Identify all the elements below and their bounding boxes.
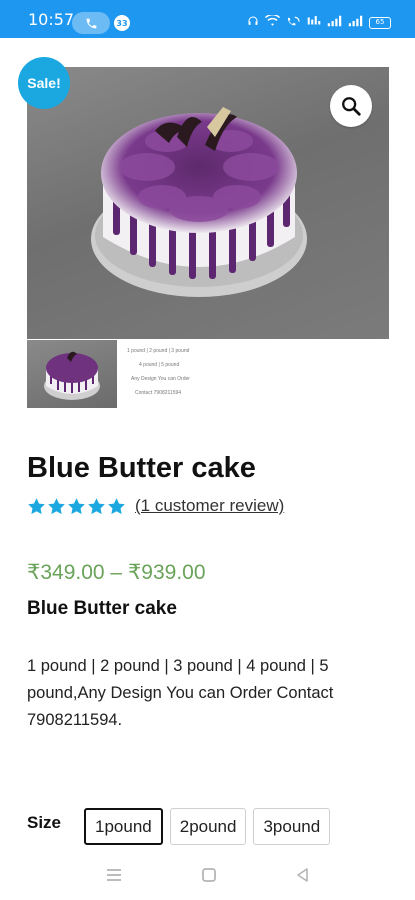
size-option-3pound[interactable]: 3pound xyxy=(253,808,331,845)
volte-icon xyxy=(307,14,321,32)
thumbnail-text-image[interactable]: 1 pound | 2 pound | 3 pound 4 pound | 5 … xyxy=(119,340,231,408)
status-bar: 10:57 33 65 xyxy=(0,0,415,38)
product-description: 1 pound | 2 pound | 3 pound | 4 pound | … xyxy=(27,657,334,729)
status-time: 10:57 xyxy=(28,10,75,29)
thumbnail-text-line: Any Design You can Order xyxy=(131,376,190,382)
star-icon xyxy=(108,497,125,514)
size-label: Size xyxy=(27,813,62,832)
thumbnail-row: 1 pound | 2 pound | 3 pound 4 pound | 5 … xyxy=(27,340,389,408)
cake-thumbnail-image xyxy=(44,351,100,400)
notification-badge: 33 xyxy=(114,15,130,31)
home-icon[interactable] xyxy=(201,867,217,888)
system-nav-bar xyxy=(0,855,415,900)
product-rating: (1 customer review) xyxy=(27,496,284,516)
product-title: Blue Butter cake xyxy=(27,452,256,484)
sale-badge: Sale! xyxy=(18,57,70,109)
menu-icon[interactable] xyxy=(105,867,123,888)
system-icons: 65 xyxy=(247,13,391,32)
thumbnail-text-line: 1 pound | 2 pound | 3 pound xyxy=(127,348,190,354)
product-subtitle: Blue Butter cake xyxy=(27,598,177,619)
star-icon xyxy=(68,497,85,514)
customer-review-link[interactable]: (1 customer review) xyxy=(135,496,284,516)
headset-icon xyxy=(247,14,259,32)
zoom-button[interactable] xyxy=(330,85,372,127)
product-price: ₹349.00 – ₹939.00 xyxy=(27,561,206,584)
signal-icon-2 xyxy=(348,14,363,32)
thumbnail-text-line: Contact 7908211594 xyxy=(135,390,182,396)
thumbnail-text-line: 4 pound | 5 pound xyxy=(139,362,180,368)
size-option-1pound[interactable]: 1pound xyxy=(84,808,163,845)
size-option-2pound[interactable]: 2pound xyxy=(169,808,247,845)
star-icon xyxy=(48,497,65,514)
star-icon xyxy=(88,497,105,514)
wifi-calling-icon xyxy=(286,14,301,32)
star-icon xyxy=(28,497,45,514)
signal-icon-1 xyxy=(327,14,342,32)
search-icon xyxy=(342,97,361,116)
star-rating xyxy=(27,497,126,516)
phone-icon xyxy=(86,18,96,28)
size-options: 1pound 2pound 3pound xyxy=(84,808,331,845)
thumbnail-cake[interactable] xyxy=(27,340,117,408)
call-indicator xyxy=(72,12,110,34)
back-icon[interactable] xyxy=(295,867,311,888)
battery-icon: 65 xyxy=(369,17,391,29)
wifi-icon xyxy=(265,13,280,32)
